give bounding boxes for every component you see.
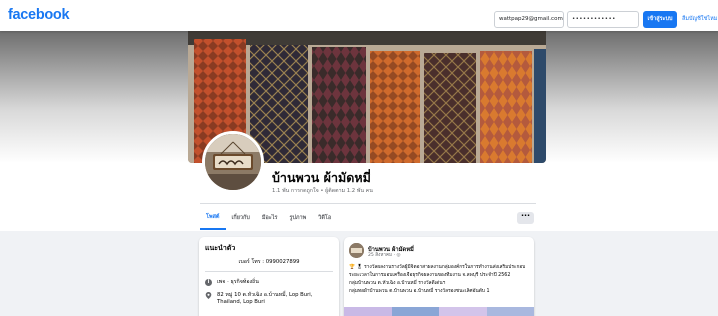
post-timestamp[interactable]: 25 สิงหาคม · ◎ bbox=[368, 252, 400, 259]
more-options-button[interactable]: ··· bbox=[517, 212, 534, 224]
post-text-line: กลุ่มทอผ้าบ้านพวน ต.บ้านพวน อ.บ้านหมี่ ร… bbox=[349, 289, 490, 294]
profile-tabs: โพสต์ เกี่ยวกับ มีอะไร รูปภาพ วิดีโอ bbox=[200, 206, 337, 230]
top-navigation-bar: facebook wattpap29@gmail.com •••••••••••… bbox=[0, 0, 718, 31]
tab-photos[interactable]: รูปภาพ bbox=[283, 206, 312, 230]
tab-mentions[interactable]: มีอะไร bbox=[256, 206, 284, 230]
intro-bio: เบอร์ โทร : 0990027899 bbox=[238, 259, 300, 265]
post-text-line: ระยะเวลาในการมอบเครื่องเจือธุรกิจผลงานขอ… bbox=[349, 273, 511, 278]
intro-category-row: i เพจ · ธุรกิจท้องถิ่น bbox=[205, 279, 259, 286]
intro-title: แนะนำตัว bbox=[205, 244, 236, 252]
intro-address-line2: Thailand, Lop Buri bbox=[217, 299, 265, 305]
facebook-logo[interactable]: facebook bbox=[8, 7, 70, 23]
post-text-line: 🏆 🎖 รางวัลผลงานรางวัลผู้มีจิตอาสาผลงานกล… bbox=[349, 265, 526, 270]
login-button[interactable]: เข้าสู่ระบบ bbox=[643, 11, 677, 28]
forgot-account-link[interactable]: ลืมบัญชีใช่ไหม bbox=[682, 15, 717, 23]
page-title: บ้านพวน ผ้ามัดหมี่ bbox=[272, 170, 371, 185]
intro-category: เพจ · ธุรกิจท้องถิ่น bbox=[217, 279, 259, 285]
tab-posts[interactable]: โพสต์ bbox=[200, 206, 226, 230]
intro-address-line1: 82 หมู่ 10 ต.หัวเฉิง อ.บ้านหมี่, Lop Bur… bbox=[217, 292, 313, 298]
intro-card: แนะนำตัว เบอร์ โทร : 0990027899 i เพจ · … bbox=[199, 237, 339, 316]
post-author-avatar[interactable] bbox=[349, 243, 364, 258]
email-field[interactable]: wattpap29@gmail.com bbox=[494, 11, 564, 28]
intro-address-row: 82 หมู่ 10 ต.หัวเฉิง อ.บ้านหมี่, Lop Bur… bbox=[205, 292, 312, 306]
tab-about[interactable]: เกี่ยวกับ bbox=[226, 206, 256, 230]
post-card: บ้านพวน ผ้ามัดหมี่ 25 สิงหาคม · ◎ 🏆 🎖 รา… bbox=[344, 237, 534, 316]
post-photo-strip[interactable] bbox=[344, 307, 534, 316]
page-stats: 1.1 พัน การกดถูกใจ • ผู้ติดตาม 1.2 พัน ค… bbox=[272, 188, 373, 194]
location-pin-icon bbox=[205, 292, 212, 299]
info-icon: i bbox=[205, 279, 212, 286]
page-avatar[interactable] bbox=[202, 131, 264, 193]
password-field[interactable]: •••••••••••• bbox=[567, 11, 639, 28]
header-divider bbox=[200, 203, 536, 204]
intro-divider bbox=[205, 271, 333, 272]
tab-videos[interactable]: วิดีโอ bbox=[312, 206, 337, 230]
post-text-line: กลุ่มบ้านพวน ต.หัวเฉิง อ.บ้านหมี่ รางวัล… bbox=[349, 281, 446, 286]
